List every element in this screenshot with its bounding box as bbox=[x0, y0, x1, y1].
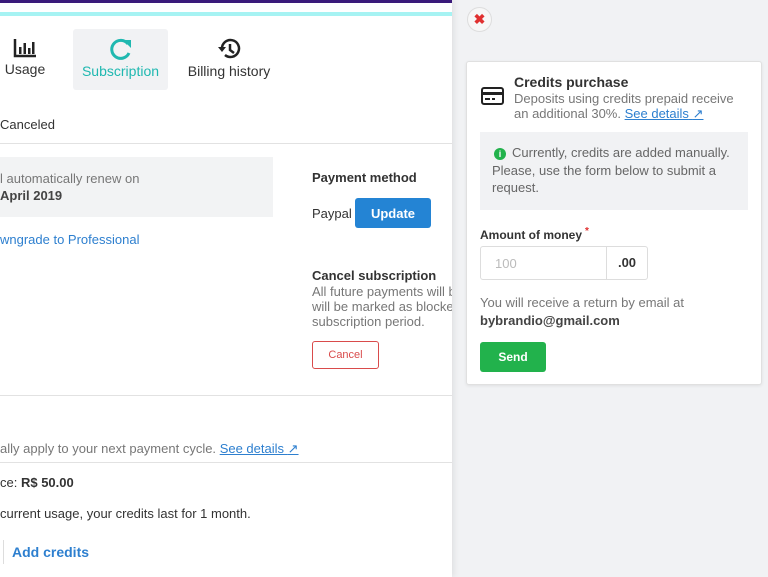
send-button[interactable]: Send bbox=[480, 342, 546, 372]
description-line: All future payments will b bbox=[312, 284, 452, 299]
tab-label: Usage bbox=[4, 61, 46, 77]
info-box: i Currently, credits are added manually. … bbox=[480, 132, 748, 210]
usage-text: current usage, your credits last for 1 m… bbox=[0, 506, 251, 521]
credits-note: ally apply to your next payment cycle. S… bbox=[0, 441, 299, 457]
email-text: You will receive a return by email at bbox=[480, 295, 685, 310]
cancel-button[interactable]: Cancel bbox=[312, 341, 379, 369]
payment-method-title: Payment method bbox=[312, 170, 417, 185]
cancel-description: All future payments will b will be marke… bbox=[312, 284, 452, 329]
divider bbox=[0, 395, 452, 396]
see-details-link[interactable]: See details ↗ bbox=[220, 441, 299, 456]
description-line: subscription period. bbox=[312, 314, 425, 329]
bar-chart-icon bbox=[13, 39, 36, 58]
close-button[interactable]: ✖ bbox=[467, 7, 492, 32]
panel-description: Deposits using credits prepaid receive a… bbox=[514, 91, 734, 121]
amount-suffix: .00 bbox=[606, 246, 648, 280]
amount-label: Amount of money * bbox=[480, 226, 589, 242]
renewal-text: l automatically renew on bbox=[0, 171, 140, 186]
update-button[interactable]: Update bbox=[355, 198, 431, 228]
tab-usage[interactable]: Usage bbox=[0, 29, 50, 90]
refresh-icon bbox=[109, 38, 131, 60]
description-line: an additional 30%. bbox=[514, 106, 621, 121]
tab-label: Billing history bbox=[187, 63, 271, 79]
divider bbox=[0, 462, 452, 463]
amount-input[interactable] bbox=[480, 246, 607, 280]
payment-method-value: Paypal bbox=[312, 206, 352, 221]
tab-subscription[interactable]: Subscription bbox=[73, 29, 168, 90]
external-link-icon: ↗ bbox=[692, 106, 704, 121]
history-icon bbox=[218, 38, 241, 59]
divider-vertical bbox=[3, 540, 4, 564]
renewal-date: April 2019 bbox=[0, 188, 63, 203]
external-link-icon: ↗ bbox=[287, 441, 299, 456]
subscription-page: Usage Subscription Billing history Cance… bbox=[0, 0, 452, 577]
divider bbox=[0, 143, 452, 144]
balance-value: R$ 50.00 bbox=[20, 475, 74, 490]
renewal-box: l automatically renew on April 2019 bbox=[0, 157, 273, 217]
accent-bar bbox=[0, 12, 452, 16]
info-icon: i bbox=[494, 148, 506, 160]
add-credits-link[interactable]: Add credits bbox=[12, 544, 89, 560]
description-line: will be marked as blocke bbox=[312, 299, 452, 314]
see-details-link[interactable]: See details ↗ bbox=[625, 106, 704, 121]
description-line: Deposits using credits prepaid receive bbox=[514, 91, 734, 106]
tab-billing-history[interactable]: Billing history bbox=[183, 29, 275, 90]
balance-label: ce: bbox=[0, 475, 18, 490]
credit-card-icon bbox=[481, 87, 504, 105]
credits-note-text: ally apply to your next payment cycle. bbox=[0, 441, 217, 456]
email-value: bybrandio@gmail.com bbox=[480, 313, 620, 328]
info-text: Currently, credits are added manually. P… bbox=[492, 145, 730, 195]
panel-title: Credits purchase bbox=[514, 74, 629, 90]
balance: ce: R$ 50.00 bbox=[0, 475, 74, 490]
required-marker: * bbox=[585, 226, 589, 237]
tab-label: Subscription bbox=[81, 63, 160, 79]
downgrade-link[interactable]: wngrade to Professional bbox=[0, 232, 139, 247]
cancel-subscription-title: Cancel subscription bbox=[312, 268, 437, 283]
top-border bbox=[0, 0, 452, 3]
close-icon: ✖ bbox=[473, 11, 486, 27]
subscription-status: Canceled bbox=[0, 117, 55, 132]
